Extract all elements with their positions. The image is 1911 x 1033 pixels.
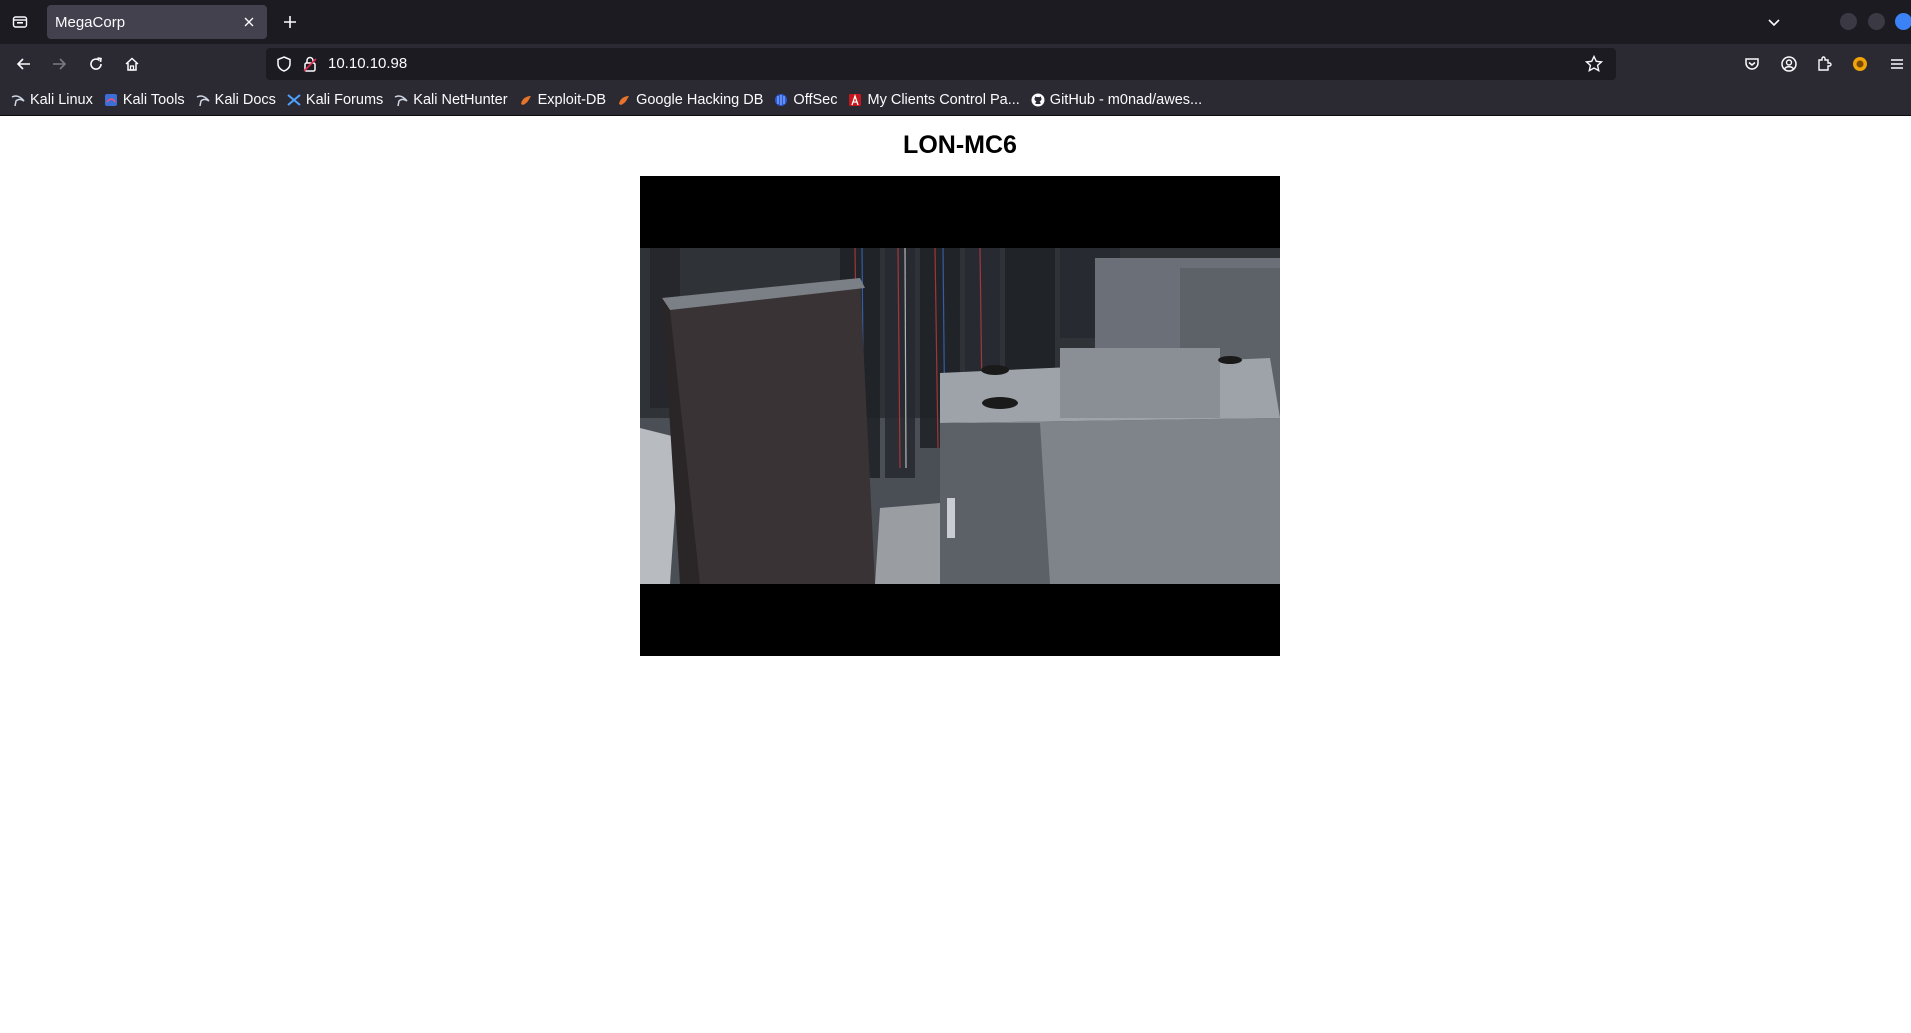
exploit-db-icon: [616, 92, 632, 108]
github-icon: [1030, 92, 1046, 108]
forward-arrow-icon[interactable]: [47, 52, 71, 76]
extensions-icon[interactable]: [1812, 52, 1836, 76]
kali-tools-icon: [103, 92, 119, 108]
tab-megacorp[interactable]: MegaCorp: [47, 5, 267, 39]
exploit-db-icon: [518, 92, 534, 108]
address-bar[interactable]: 10.10.10.98: [266, 48, 1616, 80]
navigation-toolbar: 10.10.10.98: [0, 44, 1911, 84]
bookmark-kali-linux[interactable]: Kali Linux: [10, 87, 93, 113]
list-all-tabs-icon[interactable]: [8, 10, 32, 34]
new-tab-icon[interactable]: [278, 10, 302, 34]
offsec-icon: [773, 92, 789, 108]
bookmarks-toolbar: Kali Linux Kali Tools Kali Docs Kali For…: [0, 84, 1911, 116]
server-room-scene: [640, 248, 1280, 584]
reload-icon[interactable]: [84, 52, 108, 76]
bookmark-my-clients-control-panel[interactable]: My Clients Control Pa...: [847, 87, 1020, 113]
camera-feed-image: [640, 176, 1280, 656]
tab-bar: MegaCorp: [0, 0, 1911, 44]
close-window-button[interactable]: [1895, 13, 1911, 30]
insecure-lock-icon[interactable]: [300, 54, 320, 74]
maximize-window-button[interactable]: [1868, 13, 1885, 30]
bookmark-star-icon[interactable]: [1584, 54, 1604, 74]
chevron-down-icon[interactable]: [1762, 10, 1786, 34]
bookmark-github-m0nad[interactable]: GitHub - m0nad/awes...: [1030, 87, 1202, 113]
pocket-icon[interactable]: [1740, 52, 1764, 76]
bookmark-exploit-db[interactable]: Exploit-DB: [518, 87, 606, 113]
home-icon[interactable]: [120, 52, 144, 76]
kali-dragon-icon: [195, 92, 211, 108]
back-arrow-icon[interactable]: [12, 52, 36, 76]
account-icon[interactable]: [1777, 52, 1801, 76]
tab-title: MegaCorp: [55, 13, 126, 31]
clients-icon: [847, 92, 863, 108]
bookmark-kali-docs[interactable]: Kali Docs: [195, 87, 276, 113]
bookmark-kali-nethunter[interactable]: Kali NetHunter: [393, 87, 508, 113]
url-text[interactable]: 10.10.10.98: [328, 55, 407, 72]
kali-forums-icon: [286, 92, 302, 108]
kali-dragon-icon: [10, 92, 26, 108]
bookmark-offsec[interactable]: OffSec: [773, 87, 837, 113]
bookmark-google-hacking-db[interactable]: Google Hacking DB: [616, 87, 763, 113]
page-title: LON-MC6: [903, 131, 1017, 159]
page-content: LON-MC6: [0, 116, 1911, 1033]
close-tab-icon[interactable]: [239, 12, 259, 32]
camera-frame: [640, 248, 1280, 584]
minimize-window-button[interactable]: [1840, 13, 1857, 30]
bookmark-kali-tools[interactable]: Kali Tools: [103, 87, 185, 113]
bookmark-kali-forums[interactable]: Kali Forums: [286, 87, 383, 113]
kali-dragon-icon: [393, 92, 409, 108]
tracking-shield-icon[interactable]: [274, 54, 294, 74]
menu-hamburger-icon[interactable]: [1885, 52, 1909, 76]
extension-addon-icon[interactable]: [1848, 52, 1872, 76]
